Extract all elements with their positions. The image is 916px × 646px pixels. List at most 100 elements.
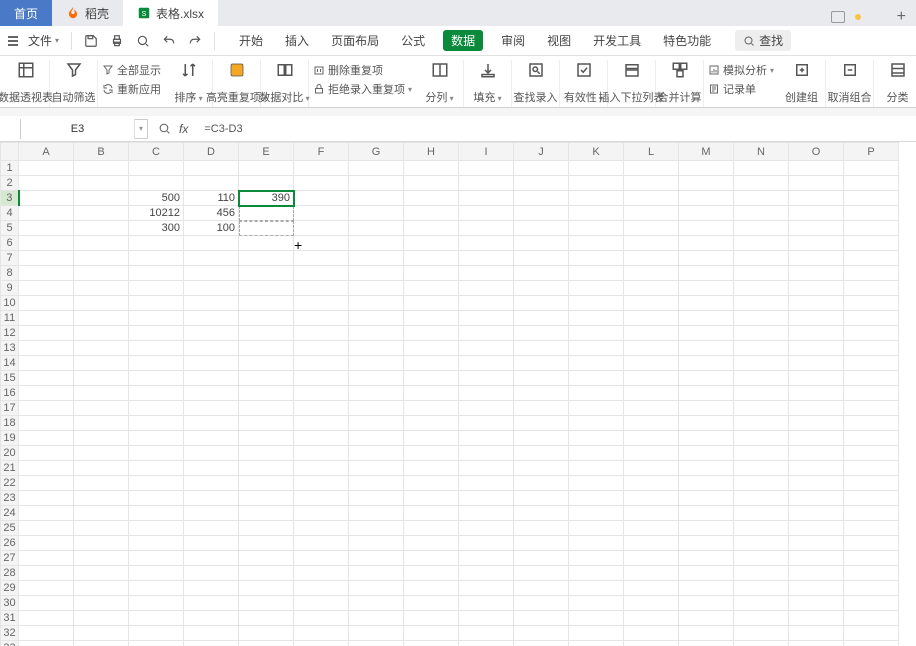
highlight-dup-button[interactable]: 高亮重复项 — [213, 60, 261, 107]
menu-layout[interactable]: 页面布局 — [327, 30, 383, 51]
cell[interactable] — [404, 476, 459, 491]
cell[interactable] — [514, 431, 569, 446]
cell[interactable] — [679, 356, 734, 371]
cell[interactable] — [184, 401, 239, 416]
cell[interactable] — [19, 401, 74, 416]
cell[interactable] — [404, 416, 459, 431]
cell[interactable] — [404, 326, 459, 341]
cell[interactable] — [514, 626, 569, 641]
cell[interactable] — [129, 581, 184, 596]
cell[interactable] — [789, 206, 844, 221]
cell[interactable] — [129, 446, 184, 461]
cell[interactable] — [349, 476, 404, 491]
cell[interactable] — [129, 251, 184, 266]
cell[interactable] — [239, 161, 294, 176]
cell[interactable] — [789, 491, 844, 506]
cell[interactable] — [624, 296, 679, 311]
cell[interactable] — [679, 296, 734, 311]
cell[interactable] — [349, 356, 404, 371]
cell[interactable] — [74, 326, 129, 341]
cell[interactable] — [129, 161, 184, 176]
cell[interactable] — [349, 326, 404, 341]
cell[interactable] — [294, 491, 349, 506]
cell[interactable] — [569, 566, 624, 581]
column-header[interactable]: B — [74, 143, 129, 161]
cell[interactable] — [129, 236, 184, 251]
cell[interactable] — [184, 371, 239, 386]
cell[interactable] — [624, 476, 679, 491]
row-header[interactable]: 33 — [1, 641, 19, 646]
cell[interactable] — [349, 266, 404, 281]
cell[interactable] — [734, 251, 789, 266]
cell[interactable] — [404, 296, 459, 311]
cell[interactable] — [844, 281, 899, 296]
cell[interactable] — [679, 581, 734, 596]
row-header[interactable]: 20 — [1, 446, 19, 461]
column-header[interactable]: H — [404, 143, 459, 161]
cell[interactable] — [789, 566, 844, 581]
cell[interactable] — [19, 206, 74, 221]
cell[interactable] — [404, 281, 459, 296]
cell[interactable] — [129, 566, 184, 581]
cell[interactable] — [184, 311, 239, 326]
cell[interactable] — [459, 161, 514, 176]
cell[interactable] — [459, 476, 514, 491]
window-icon[interactable] — [831, 11, 845, 23]
cell[interactable] — [569, 536, 624, 551]
cell[interactable] — [19, 326, 74, 341]
cell[interactable] — [404, 641, 459, 646]
cell[interactable] — [844, 566, 899, 581]
cell[interactable] — [789, 251, 844, 266]
cell[interactable] — [514, 341, 569, 356]
cell[interactable] — [404, 581, 459, 596]
cell[interactable] — [569, 281, 624, 296]
cell[interactable] — [459, 341, 514, 356]
menu-special[interactable]: 特色功能 — [659, 30, 715, 51]
cell[interactable] — [679, 221, 734, 236]
cell[interactable] — [239, 491, 294, 506]
cell[interactable] — [679, 251, 734, 266]
menu-dev[interactable]: 开发工具 — [589, 30, 645, 51]
cell[interactable] — [294, 341, 349, 356]
cell[interactable] — [239, 401, 294, 416]
cell[interactable] — [789, 371, 844, 386]
cell[interactable] — [844, 416, 899, 431]
cell[interactable] — [844, 476, 899, 491]
cell[interactable] — [349, 641, 404, 646]
cell[interactable] — [734, 551, 789, 566]
column-header[interactable]: J — [514, 143, 569, 161]
cell[interactable] — [404, 611, 459, 626]
cell[interactable] — [514, 236, 569, 251]
cell[interactable] — [734, 176, 789, 191]
cell[interactable] — [569, 641, 624, 646]
cell[interactable] — [679, 536, 734, 551]
cell[interactable] — [569, 341, 624, 356]
cell[interactable] — [129, 641, 184, 646]
save-icon[interactable] — [80, 30, 102, 52]
cell[interactable] — [789, 266, 844, 281]
row-header[interactable]: 13 — [1, 341, 19, 356]
cell[interactable] — [74, 221, 129, 236]
column-header[interactable]: F — [294, 143, 349, 161]
cell[interactable] — [19, 416, 74, 431]
cell[interactable] — [184, 491, 239, 506]
row-header[interactable]: 14 — [1, 356, 19, 371]
cell[interactable] — [514, 476, 569, 491]
cell[interactable] — [514, 536, 569, 551]
cell[interactable] — [514, 221, 569, 236]
cell[interactable] — [74, 251, 129, 266]
cell[interactable] — [459, 611, 514, 626]
cell[interactable] — [624, 611, 679, 626]
cell[interactable] — [294, 326, 349, 341]
column-header[interactable]: O — [789, 143, 844, 161]
cell[interactable] — [239, 266, 294, 281]
cell[interactable] — [514, 311, 569, 326]
cell[interactable] — [789, 611, 844, 626]
cell[interactable] — [844, 551, 899, 566]
cell[interactable] — [19, 536, 74, 551]
cell[interactable] — [679, 386, 734, 401]
cell[interactable] — [734, 416, 789, 431]
menu-formula[interactable]: 公式 — [397, 30, 429, 51]
cell[interactable] — [294, 506, 349, 521]
cell[interactable] — [74, 506, 129, 521]
